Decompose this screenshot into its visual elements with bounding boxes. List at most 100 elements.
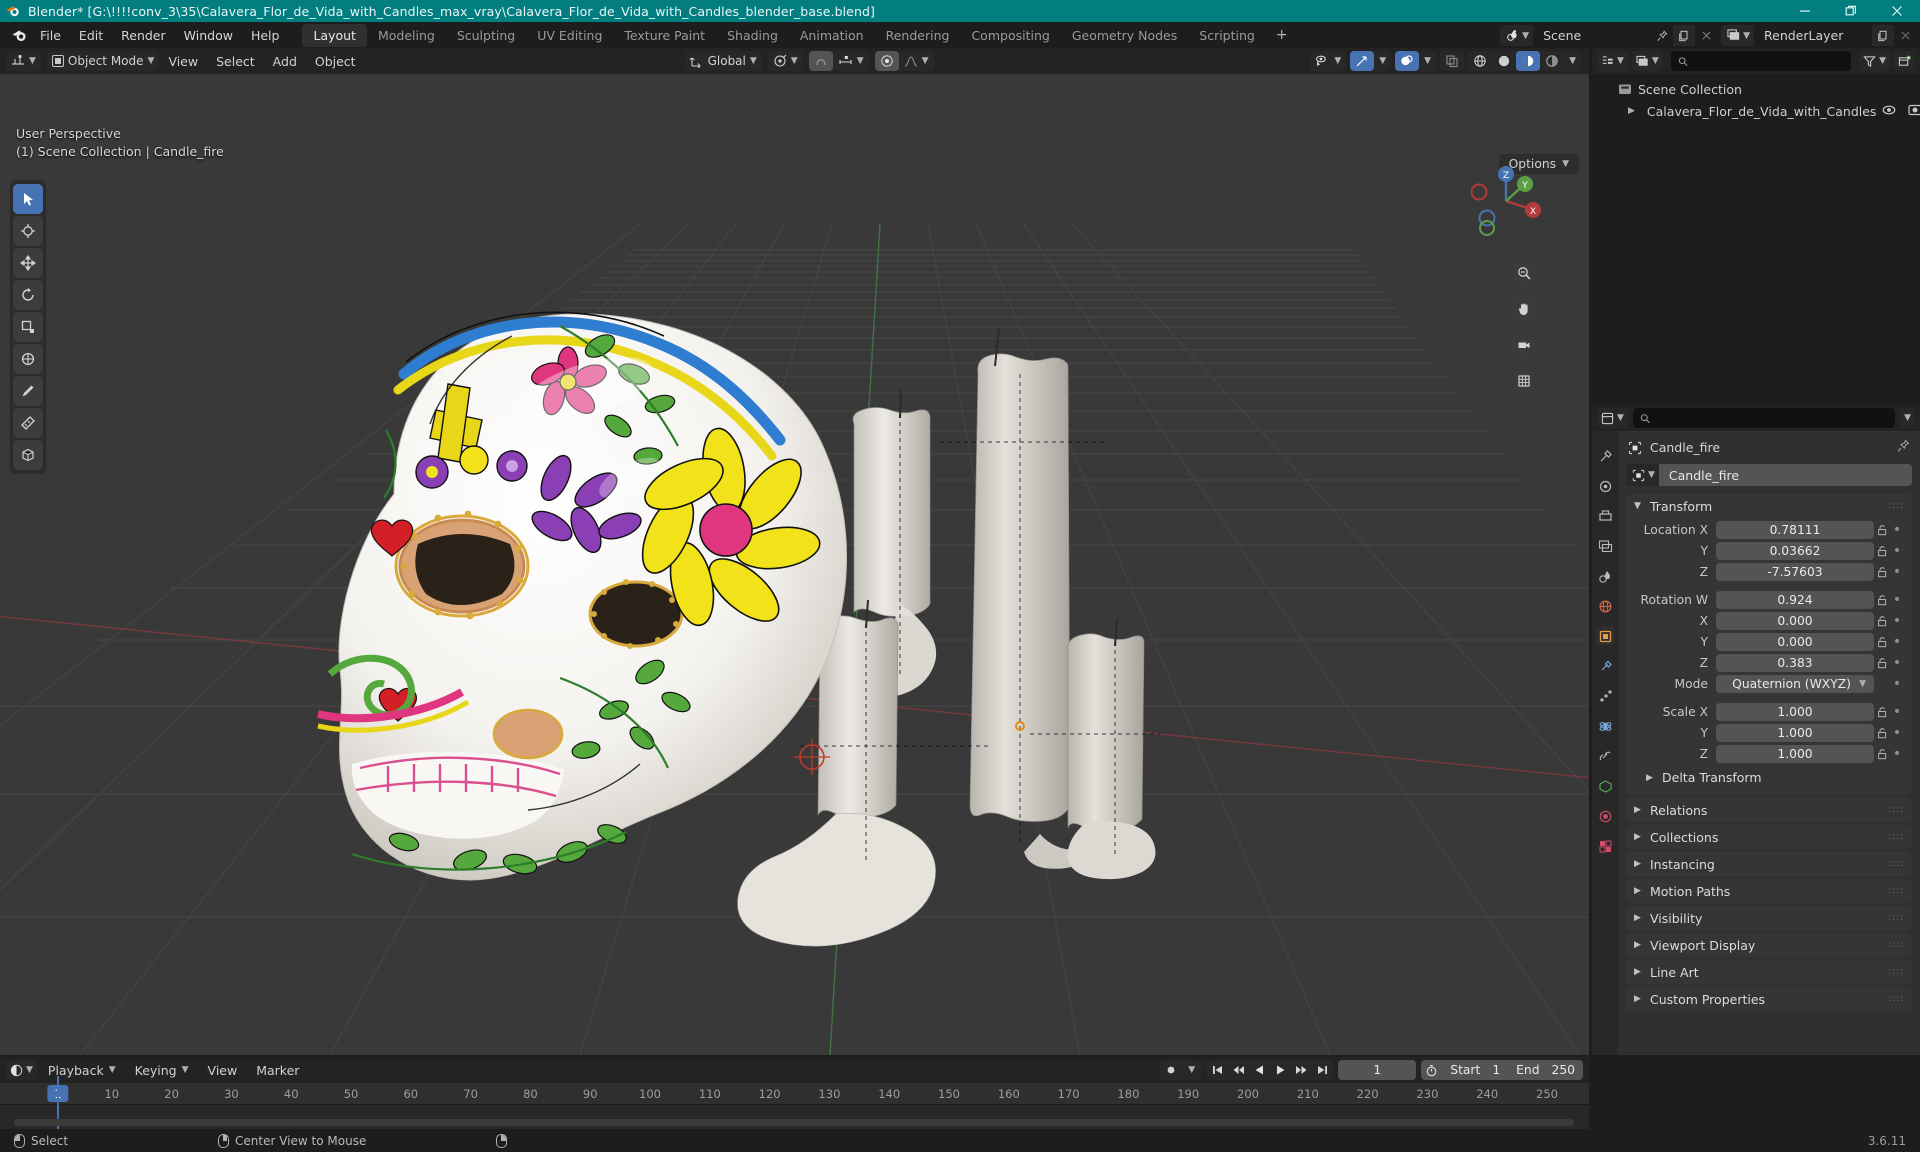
timeline-editor-type-selector[interactable]: ▼ <box>6 1060 37 1080</box>
drag-grip-icon[interactable]: :::: <box>1888 940 1904 950</box>
lock-rotation-x-icon[interactable] <box>1874 615 1890 627</box>
outliner-editor-type-selector[interactable]: ▼ <box>1597 51 1628 71</box>
value-rotation-z[interactable]: 0.383 <box>1716 653 1874 672</box>
snap-magnet-icon[interactable]: ▼ <box>833 51 869 71</box>
tool-scale[interactable] <box>13 312 43 342</box>
tab-particles-icon[interactable] <box>1596 687 1614 705</box>
jump-to-prev-keyframe-button[interactable] <box>1228 1060 1249 1080</box>
instancing-panel-header[interactable]: ▶ Instancing :::: <box>1626 852 1912 876</box>
close-button[interactable] <box>1874 0 1920 22</box>
lock-scale-z-icon[interactable] <box>1874 748 1890 760</box>
value-location-z[interactable]: -7.57603 <box>1716 562 1874 581</box>
outliner-row-object[interactable]: ▶ Calavera_Flor_de_Vida_with_Candles <box>1592 100 1920 122</box>
tab-shading[interactable]: Shading <box>716 24 789 47</box>
animate-rotation-x-icon[interactable]: • <box>1890 614 1904 628</box>
outliner-display-mode-selector[interactable]: ▼ <box>1631 51 1663 71</box>
viewport-display-panel-header[interactable]: ▶ Viewport Display :::: <box>1626 933 1912 957</box>
value-rotation-y[interactable]: 0.000 <box>1716 632 1874 651</box>
value-location-y[interactable]: 0.03662 <box>1716 541 1874 560</box>
camera-view-icon[interactable] <box>1511 332 1537 358</box>
value-scale-x[interactable]: 1.000 <box>1716 702 1874 721</box>
blender-menu-icon[interactable] <box>7 26 31 44</box>
play-button[interactable] <box>1270 1060 1291 1080</box>
timeline-editor[interactable]: ▼ Playback ▼ Keying ▼ View Marker ▼ 1 St… <box>0 1057 1589 1129</box>
use-preview-range-icon[interactable] <box>1421 1060 1442 1080</box>
current-frame-field[interactable]: 1 <box>1338 1060 1417 1080</box>
tab-scripting[interactable]: Scripting <box>1188 24 1266 47</box>
drag-grip-icon[interactable]: :::: <box>1888 501 1904 511</box>
start-frame-field[interactable]: Start 1 <box>1442 1063 1508 1077</box>
proportional-toggle-icon[interactable] <box>874 51 899 71</box>
timeline-menu-keying[interactable]: Keying ▼ <box>127 1061 197 1080</box>
view-layer-selector[interactable]: ▼ RenderLayer <box>1721 25 1916 46</box>
tab-geometry-nodes[interactable]: Geometry Nodes <box>1061 24 1188 47</box>
object-visibility-icon[interactable]: ▼ <box>1310 51 1346 71</box>
view-layer-icon[interactable]: ▼ <box>1721 25 1754 46</box>
properties-editor[interactable]: ▼ ▼ Candle_fire ▼ Candle_fire ▼ Transfor… <box>1592 405 1920 1055</box>
jump-to-next-keyframe-button[interactable] <box>1291 1060 1312 1080</box>
animate-location-x-icon[interactable]: • <box>1890 523 1904 537</box>
line-art-panel-header[interactable]: ▶ Line Art :::: <box>1626 960 1912 984</box>
tab-object-icon[interactable] <box>1596 627 1614 645</box>
tool-rotate[interactable] <box>13 280 43 310</box>
shading-dropdown-icon[interactable]: ▼ <box>1564 51 1581 71</box>
maximize-button[interactable] <box>1828 0 1874 22</box>
editor-type-icon[interactable]: ▼ <box>6 51 41 71</box>
viewport-menu-select[interactable]: Select <box>207 52 264 71</box>
material-preview-shading-icon[interactable] <box>1516 51 1541 71</box>
viewport-canvas[interactable]: User Perspective (1) Scene Collection | … <box>0 74 1589 1055</box>
timeline-menu-playback[interactable]: Playback ▼ <box>40 1061 124 1080</box>
outliner-search-input[interactable] <box>1670 51 1852 71</box>
pivot-point-selector[interactable]: ▼ <box>767 51 803 71</box>
rendered-shading-icon[interactable] <box>1540 51 1564 71</box>
drag-grip-icon[interactable]: :::: <box>1888 913 1904 923</box>
properties-search-input[interactable] <box>1632 408 1896 428</box>
show-gizmo-icon[interactable] <box>1350 51 1375 71</box>
timeline-menu-view[interactable]: View <box>200 1061 246 1080</box>
menu-file[interactable]: File <box>31 25 70 46</box>
tab-material-icon[interactable] <box>1596 807 1614 825</box>
tab-animation[interactable]: Animation <box>789 24 875 47</box>
proportional-editing-controls[interactable]: ▼ <box>874 51 934 71</box>
jump-to-start-button[interactable] <box>1207 1060 1228 1080</box>
tab-uv-editing[interactable]: UV Editing <box>526 24 613 47</box>
rotation-mode-dropdown[interactable]: Quaternion (WXYZ) ▼ <box>1716 674 1874 693</box>
lock-location-x-icon[interactable] <box>1874 524 1890 536</box>
solid-shading-icon[interactable] <box>1492 51 1516 71</box>
wireframe-shading-icon[interactable] <box>1468 51 1492 71</box>
tab-output-icon[interactable] <box>1596 507 1614 525</box>
tool-cursor[interactable] <box>13 216 43 246</box>
play-reverse-button[interactable] <box>1249 1060 1270 1080</box>
tab-render-icon[interactable] <box>1596 477 1614 495</box>
viewport-display-panel[interactable]: ▶ Viewport Display :::: <box>1626 933 1912 957</box>
timeline-menu-marker[interactable]: Marker <box>248 1061 307 1080</box>
outliner-row-scene-collection[interactable]: Scene Collection <box>1592 78 1920 100</box>
disable-in-renders-icon[interactable] <box>1908 104 1920 119</box>
animate-scale-x-icon[interactable]: • <box>1890 705 1904 719</box>
tab-data-icon[interactable] <box>1596 777 1614 795</box>
tab-texture-paint[interactable]: Texture Paint <box>613 24 716 47</box>
line-art-panel[interactable]: ▶ Line Art :::: <box>1626 960 1912 984</box>
animate-scale-z-icon[interactable]: • <box>1890 747 1904 761</box>
motion-paths-panel[interactable]: ▶ Motion Paths :::: <box>1626 879 1912 903</box>
auto-keying-icon[interactable] <box>1160 1060 1181 1080</box>
viewport-menu-object[interactable]: Object <box>306 52 365 71</box>
lock-rotation-y-icon[interactable] <box>1874 636 1890 648</box>
menu-edit[interactable]: Edit <box>70 25 112 46</box>
gizmo-dropdown-icon[interactable]: ▼ <box>1374 51 1391 71</box>
object-name-value[interactable]: Candle_fire <box>1658 464 1912 486</box>
object-name-field[interactable]: ▼ Candle_fire <box>1626 464 1912 486</box>
value-rotation-x[interactable]: 0.000 <box>1716 611 1874 630</box>
viewport-menu-view[interactable]: View <box>159 52 207 71</box>
zoom-view-icon[interactable] <box>1511 260 1537 286</box>
tab-modeling[interactable]: Modeling <box>367 24 446 47</box>
animate-rotation-y-icon[interactable]: • <box>1890 635 1904 649</box>
tool-transform[interactable] <box>13 344 43 374</box>
properties-options-button[interactable]: ▼ <box>1900 408 1915 428</box>
properties-editor-type-selector[interactable]: ▼ <box>1597 408 1628 428</box>
properties-search-field[interactable] <box>1655 411 1889 425</box>
delete-scene-button[interactable] <box>1695 25 1718 46</box>
value-location-x[interactable]: 0.78111 <box>1716 520 1874 539</box>
transform-orientation-selector[interactable]: Global ▼ <box>684 51 762 71</box>
minimize-button[interactable] <box>1782 0 1828 22</box>
